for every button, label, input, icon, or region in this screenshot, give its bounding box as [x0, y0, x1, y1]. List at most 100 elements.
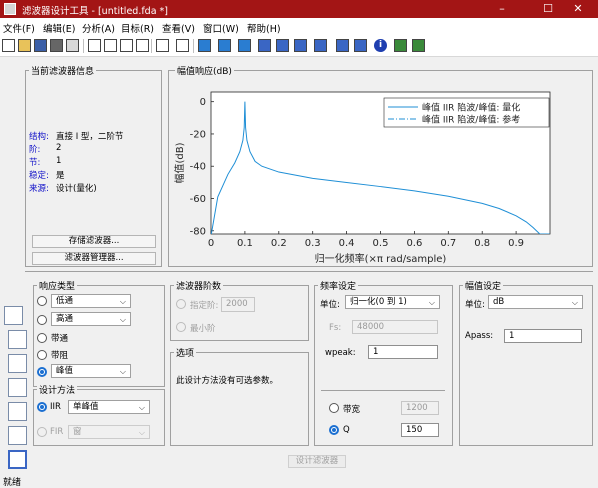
apass-input[interactable]: 1 — [504, 329, 582, 343]
magnitude-response-icon[interactable] — [198, 39, 211, 52]
window-title: 滤波器设计工具 - [untitled.fda *] — [22, 6, 169, 17]
lowpass-radio[interactable] — [37, 296, 47, 306]
cost-icon[interactable] — [394, 39, 407, 52]
group-delay-icon[interactable] — [258, 39, 271, 52]
impulse-response-icon[interactable] — [294, 39, 307, 52]
menu-file[interactable]: 文件(F) — [3, 21, 35, 35]
x-tick-label: 0.2 — [271, 238, 287, 249]
minimum-order-label: 最小阶 — [190, 324, 216, 334]
pole-zero-editor-icon[interactable] — [8, 450, 27, 469]
q-radio[interactable] — [329, 425, 339, 435]
magnitude-spec-panel: 幅值设定 单位: dB ⌵ Apass: 1 — [459, 279, 593, 446]
y-tick-label: -80 — [190, 226, 206, 237]
zoom-in-icon[interactable] — [88, 39, 101, 52]
new-icon[interactable] — [2, 39, 15, 52]
plot-panel-title: 幅值响应(dB) — [175, 64, 234, 77]
zoom-x-icon[interactable] — [104, 39, 117, 52]
bandstop-radio[interactable] — [37, 350, 47, 360]
fs-label: Fs: — [329, 323, 342, 333]
peak-select[interactable]: 峰值 ⌵ — [51, 364, 131, 378]
bandwidth-radio[interactable] — [329, 403, 339, 413]
info-icon[interactable]: i — [374, 39, 387, 52]
bandstop-label: 带阻 — [51, 351, 69, 361]
highpass-radio[interactable] — [37, 315, 47, 325]
mag-unit-label: 单位: — [465, 300, 485, 310]
order-input[interactable]: 2000 — [221, 297, 255, 312]
mag-phase-icon[interactable] — [238, 39, 251, 52]
iir-radio[interactable] — [37, 402, 47, 412]
iir-label: IIR — [50, 402, 61, 412]
highpass-select[interactable]: 高通 ⌵ — [51, 312, 131, 326]
y-tick-label: 0 — [200, 97, 206, 108]
bandpass-radio[interactable] — [37, 333, 47, 343]
filter-spec-icon[interactable] — [156, 39, 169, 52]
specify-order-radio[interactable] — [176, 299, 186, 309]
import-icon[interactable] — [8, 402, 27, 421]
filter-order-panel: 滤波器阶数 指定阶: 2000 最小阶 — [170, 279, 309, 341]
multirate-icon[interactable] — [8, 426, 27, 445]
print-icon[interactable] — [50, 39, 63, 52]
menu-help[interactable]: 帮助(H) — [247, 21, 281, 35]
current-filter-info-panel: 当前滤波器信息 结构: 直接 I 型，二阶节 阶: 2 节: 1 稳定: 是 来… — [25, 64, 162, 267]
lowpass-select[interactable]: 低通 ⌵ — [51, 294, 131, 308]
phase-response-icon[interactable] — [218, 39, 231, 52]
legend-label-0: 峰值 IIR 陷波/峰值: 量化 — [422, 102, 520, 114]
q-input[interactable]: 150 — [401, 423, 439, 437]
pole-zero-icon[interactable] — [336, 39, 349, 52]
magnitude-response-chart: 0 0.1 0.2 0.3 0.4 0.5 0.6 0.7 0.8 0.9 0 -20 -40 -60 -8… — [173, 91, 551, 265]
q-label: Q — [343, 425, 350, 435]
menu-edit[interactable]: 编辑(E) — [43, 21, 75, 35]
store-filter-button[interactable]: 存储滤波器... — [32, 235, 156, 248]
coefficients-icon[interactable] — [354, 39, 367, 52]
y-axis-label: 幅值(dB) — [173, 142, 186, 183]
menu-view[interactable]: 查看(V) — [162, 21, 195, 35]
save-icon[interactable] — [34, 39, 47, 52]
fir-method-select[interactable]: 窗 ⌵ — [68, 425, 150, 439]
legend-icon[interactable] — [176, 39, 189, 52]
iir-method-select[interactable]: 单峰值 ⌵ — [68, 400, 150, 414]
info-sections-value: 1 — [56, 156, 62, 166]
freq-spec-divider — [321, 390, 445, 391]
toolbar-separator — [193, 39, 194, 53]
frequency-spec-panel: 频率设定 单位: 归一化(0 到 1) ⌵ Fs: 48000 wpeak: 1 … — [314, 279, 453, 446]
info-order-value: 2 — [56, 143, 62, 153]
x-tick-label: 0.4 — [339, 238, 355, 249]
transform-icon[interactable] — [8, 330, 27, 349]
full-view-icon[interactable] — [136, 39, 149, 52]
x-axis-label: 归一化频率(×π rad/sample) — [315, 252, 447, 265]
minimum-order-radio[interactable] — [176, 322, 186, 332]
options-text: 此设计方法没有可选参数。 — [176, 376, 279, 386]
menu-window[interactable]: 窗口(W) — [203, 21, 239, 35]
menu-targets[interactable]: 目标(R) — [121, 21, 154, 35]
peak-radio[interactable] — [37, 367, 47, 377]
bandwidth-input[interactable]: 1200 — [401, 401, 439, 415]
x-tick-label: 0.9 — [508, 238, 524, 249]
response-type-panel: 响应类型 低通 ⌵ 高通 ⌵ 带通 带阻 峰值 ⌵ — [33, 279, 165, 387]
info-stable-key: 稳定: — [29, 171, 49, 181]
freq-unit-label: 单位: — [320, 300, 340, 310]
menu-bar: 文件(F) 编辑(E) 分析(A) 目标(R) 查看(V) 窗口(W) 帮助(H… — [0, 18, 598, 35]
mag-unit-select[interactable]: dB ⌵ — [488, 295, 583, 309]
phase-delay-icon[interactable] — [276, 39, 289, 52]
open-icon[interactable] — [18, 39, 31, 52]
filter-manager-button[interactable]: 滤波器管理器... — [32, 252, 156, 265]
realize-model-icon[interactable] — [8, 378, 27, 397]
options-title: 选项 — [174, 346, 197, 359]
x-tick-label: 0.1 — [237, 238, 253, 249]
info-structure-value: 直接 I 型，二阶节 — [56, 132, 124, 142]
wpeak-input[interactable]: 1 — [368, 345, 438, 359]
sos-icon[interactable] — [4, 306, 23, 325]
design-filter-button[interactable]: 设计滤波器 — [288, 455, 346, 468]
step-response-icon[interactable] — [314, 39, 327, 52]
quantize-icon[interactable] — [8, 354, 27, 373]
fs-input[interactable]: 48000 — [352, 320, 438, 334]
print-preview-icon[interactable] — [66, 39, 79, 52]
magnitude-spec-title: 幅值设定 — [463, 279, 504, 292]
minimize-button[interactable]: – — [480, 0, 524, 18]
fir-radio[interactable] — [37, 427, 47, 437]
freq-unit-select[interactable]: 归一化(0 到 1) ⌵ — [345, 295, 440, 309]
notch-icon[interactable] — [412, 39, 425, 52]
zoom-y-icon[interactable] — [120, 39, 133, 52]
menu-analysis[interactable]: 分析(A) — [82, 21, 115, 35]
close-button[interactable]: ✕ — [556, 0, 598, 18]
